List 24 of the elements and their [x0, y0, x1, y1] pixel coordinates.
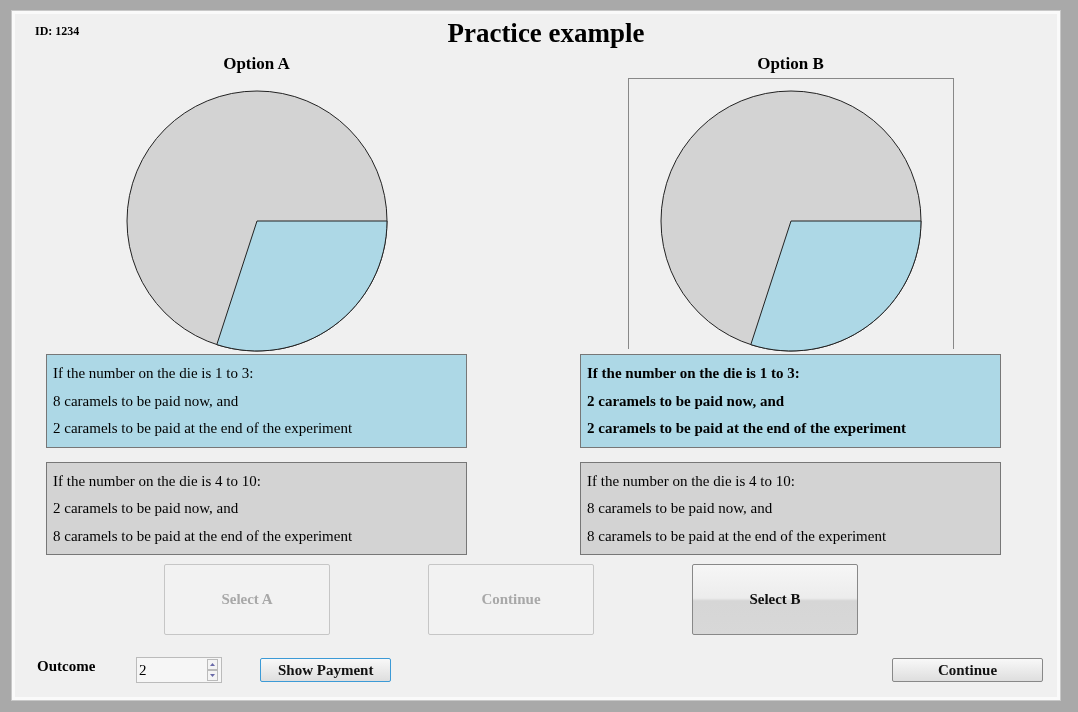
outcome-line: If the number on the die is 4 to 10: [587, 471, 796, 491]
spin-up-icon[interactable] [207, 659, 218, 670]
outcome-line: If the number on the die is 4 to 10: [53, 471, 262, 491]
outcome-label: Outcome [37, 657, 97, 675]
outcome-line: 2 caramels to be paid at the end of the experiment [587, 419, 908, 438]
participant-id: ID: 1234 [35, 24, 80, 39]
option-heading: Option B [757, 54, 824, 75]
outcome-line: 2 caramels to be paid at the end of the experiment [53, 419, 354, 438]
page-title: Practice example [446, 18, 645, 50]
continue-button[interactable]: Continue [892, 658, 1043, 682]
outcome-line: 8 caramels to be paid now, and [587, 499, 774, 518]
outcome-line: 8 caramels to be paid now, and [53, 391, 240, 411]
action-button[interactable]: Select B [692, 564, 858, 635]
outcome-line: 8 caramels to be paid at the end of the experiment [587, 526, 888, 546]
spin-down-icon[interactable] [207, 670, 218, 681]
outcome-line: 2 caramels to be paid now, and [587, 391, 786, 411]
option-heading: Option A [223, 54, 290, 75]
outcome-line: If the number on the die is 1 to 3: [587, 364, 801, 383]
outcome-input[interactable]: 2 [137, 660, 207, 680]
outcome-line: 8 caramels to be paid at the end of the experiment [53, 526, 354, 546]
outcome-spin-field[interactable]: 2 [136, 657, 222, 683]
show-payment-button[interactable]: Show Payment [260, 658, 392, 682]
outcome-line: If the number on the die is 1 to 3: [53, 364, 255, 383]
outcome-line: 2 caramels to be paid now, and [53, 499, 240, 518]
